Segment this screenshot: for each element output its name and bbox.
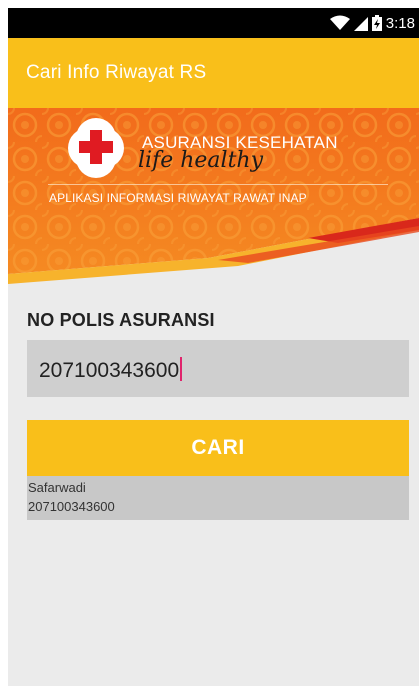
app-title: Cari Info Riwayat RS bbox=[26, 62, 207, 83]
polis-input[interactable]: 207100343600 bbox=[27, 340, 409, 397]
text-caret bbox=[180, 357, 183, 381]
status-time: 3:18 bbox=[385, 14, 415, 32]
header-banner: ASURANSI KESEHATAN life healthy APLIKASI… bbox=[8, 108, 419, 304]
wifi-icon bbox=[329, 15, 350, 31]
status-bar: 3:18 bbox=[8, 8, 419, 38]
polis-input-text[interactable]: 207100343600 bbox=[39, 359, 179, 382]
signal-icon bbox=[353, 15, 368, 31]
battery-icon bbox=[371, 15, 382, 31]
banner-divider bbox=[48, 184, 388, 185]
app-screen: 3:18 Cari Info Riwayat RS ASURANSI KESEH… bbox=[8, 8, 419, 686]
cari-button[interactable]: CARI bbox=[27, 420, 409, 476]
banner-tagline: life healthy bbox=[138, 148, 264, 173]
status-icons: 3:18 bbox=[329, 12, 415, 34]
polis-input-value[interactable]: 207100343600 bbox=[39, 357, 183, 383]
result-polis-number: 207100343600 bbox=[28, 499, 115, 514]
polis-label: NO POLIS ASURANSI bbox=[27, 310, 215, 330]
result-list-item[interactable]: Safarwadi 207100343600 bbox=[27, 476, 409, 520]
app-bar: Cari Info Riwayat RS bbox=[8, 38, 419, 108]
result-name: Safarwadi bbox=[28, 480, 86, 495]
banner-subtitle: APLIKASI INFORMASI RIWAYAT RAWAT INAP bbox=[49, 191, 307, 205]
